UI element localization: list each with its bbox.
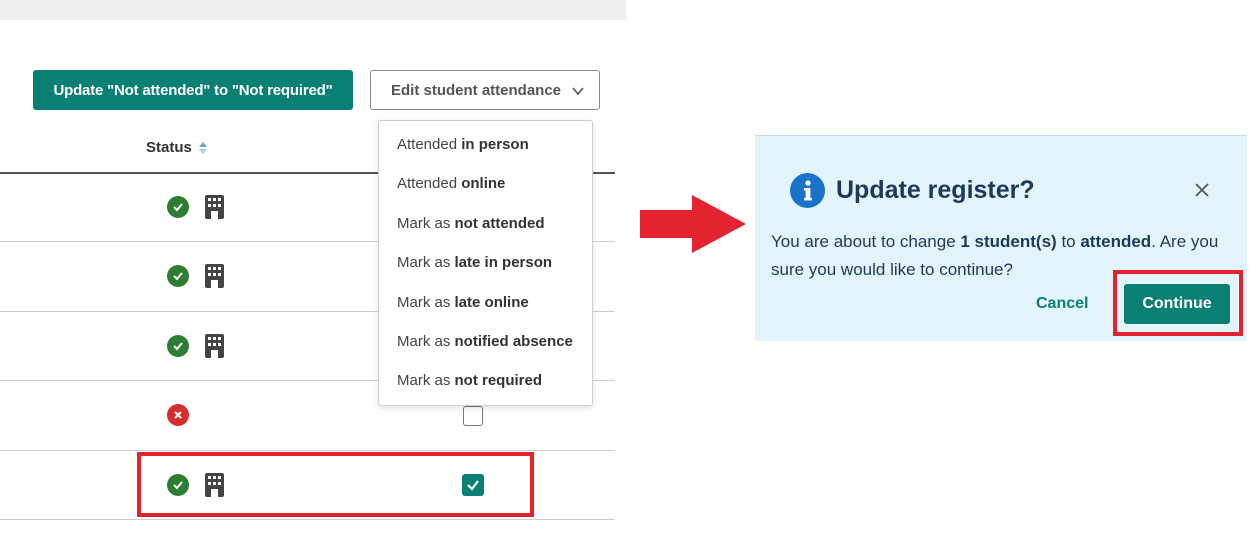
info-icon [790, 173, 825, 208]
menu-item-attended-in-person[interactable]: Attended in person [397, 136, 529, 153]
menu-item-late-in-person[interactable]: Mark as late in person [397, 254, 552, 271]
sort-icon[interactable] [198, 141, 208, 155]
continue-button-highlight [1113, 270, 1243, 336]
menu-item-not-required[interactable]: Mark as not required [397, 372, 542, 389]
menu-item-attended-online[interactable]: Attended online [397, 175, 505, 192]
check-circle-icon [167, 335, 189, 357]
status-column-header[interactable]: Status [146, 139, 208, 156]
row-divider [0, 519, 615, 520]
top-bar [0, 0, 626, 20]
building-icon [205, 195, 224, 219]
edit-attendance-dropdown[interactable]: Edit student attendance [370, 70, 600, 110]
menu-item-notified-absence[interactable]: Mark as notified absence [397, 333, 573, 350]
x-circle-icon [167, 404, 189, 426]
menu-item-not-attended[interactable]: Mark as not attended [397, 215, 545, 232]
attendance-dropdown-menu: Attended in person Attended online Mark … [378, 120, 593, 406]
building-icon [205, 264, 224, 288]
status-header-label: Status [146, 139, 192, 156]
building-icon [205, 334, 224, 358]
menu-item-late-online[interactable]: Mark as late online [397, 294, 529, 311]
cancel-button[interactable]: Cancel [1036, 295, 1088, 313]
row-checkbox[interactable] [463, 406, 483, 426]
check-circle-icon [167, 196, 189, 218]
check-circle-icon [167, 265, 189, 287]
right-arrow-icon [640, 195, 746, 253]
row-divider [0, 450, 615, 451]
selected-row-highlight [137, 452, 534, 517]
chevron-down-icon [572, 87, 584, 96]
edit-attendance-label: Edit student attendance [391, 81, 562, 99]
dialog-title: Update register? [836, 176, 1035, 204]
update-not-attended-button[interactable]: Update "Not attended" to "Not required" [33, 70, 353, 110]
close-icon[interactable] [1193, 181, 1211, 199]
